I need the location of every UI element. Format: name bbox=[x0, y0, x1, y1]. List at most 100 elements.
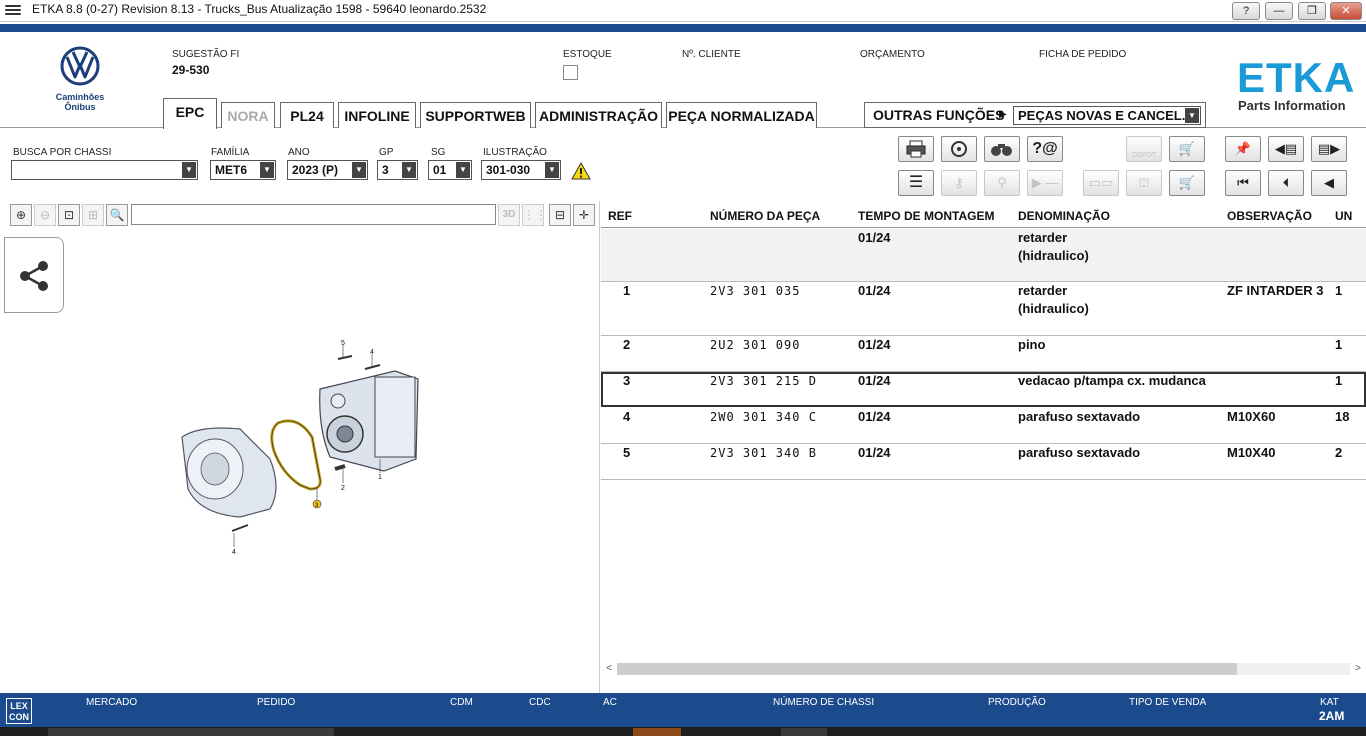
zoom-in-button[interactable]: ⊕ bbox=[10, 204, 32, 226]
denominacao-cell-2: (hidraulico) bbox=[1018, 301, 1089, 316]
table-row[interactable]: 5 2V3 301 340 B 01/24 parafuso sextavado… bbox=[601, 444, 1366, 480]
zoom-region-button[interactable]: ⊞ bbox=[82, 204, 104, 226]
sg-select[interactable]: 01 ▼ bbox=[428, 160, 472, 180]
menu-icon[interactable] bbox=[5, 3, 21, 17]
chevron-down-icon[interactable]: ▼ bbox=[545, 162, 559, 178]
vehicle-button[interactable] bbox=[984, 136, 1020, 162]
search-parts-button[interactable] bbox=[941, 136, 977, 162]
key-button[interactable]: ⚷ bbox=[941, 170, 977, 196]
table-row[interactable]: 01/24 retarder (hidraulico) bbox=[601, 229, 1366, 282]
shopping-cart-icon: 🛒 bbox=[1178, 175, 1196, 190]
question-at-icon: ?@ bbox=[1032, 140, 1058, 157]
estoque-checkbox[interactable] bbox=[563, 65, 578, 80]
callout-4-bottom[interactable]: 4 bbox=[232, 549, 236, 556]
restore-button[interactable]: ❐ bbox=[1298, 2, 1326, 20]
help-button[interactable]: ? bbox=[1232, 2, 1260, 20]
part-number-cell: 2W0 301 340 C bbox=[710, 410, 817, 424]
chevron-down-icon[interactable]: ▼ bbox=[402, 162, 416, 178]
ilustracao-select[interactable]: 301-030 ▼ bbox=[481, 160, 561, 180]
chevron-down-icon[interactable]: ▼ bbox=[1185, 108, 1199, 123]
chevron-down-icon[interactable]: ▼ bbox=[260, 162, 274, 178]
tab-peca-normalizada[interactable]: PEÇA NORMALIZADA bbox=[666, 102, 817, 128]
tab-pl24[interactable]: PL24 bbox=[280, 102, 334, 128]
taskbar-item[interactable] bbox=[633, 728, 681, 736]
table-row[interactable]: 1 2V3 301 035 01/24 retarder (hidraulico… bbox=[601, 282, 1366, 336]
exploded-parts-drawing[interactable]: 5 4 1 2 3 4 bbox=[170, 339, 430, 559]
close-button[interactable]: ✕ bbox=[1330, 2, 1362, 20]
list-button[interactable]: ☰ bbox=[898, 170, 934, 196]
taskbar-item[interactable] bbox=[48, 728, 334, 736]
tab-supportweb[interactable]: SUPPORTWEB bbox=[420, 102, 531, 128]
chassi-select[interactable]: ▼ bbox=[11, 160, 198, 180]
share-button[interactable] bbox=[4, 237, 64, 313]
chevron-down-icon[interactable]: ▼ bbox=[456, 162, 470, 178]
other-functions-select[interactable]: PEÇAS NOVAS E CANCEL. ▼ bbox=[1013, 106, 1201, 125]
warning-icon[interactable] bbox=[571, 162, 591, 180]
key-icon: ⚷ bbox=[954, 175, 964, 190]
back-button[interactable]: ◀ bbox=[1311, 170, 1347, 196]
etka-logo: ETKA bbox=[1237, 54, 1356, 101]
dealer-button[interactable]: ⛫ bbox=[1126, 170, 1162, 196]
next-page-button[interactable]: ▤▶ bbox=[1311, 136, 1347, 162]
familia-select[interactable]: MET6 ▼ bbox=[210, 160, 276, 180]
chevron-down-icon[interactable]: ▼ bbox=[352, 162, 366, 178]
familia-value: MET6 bbox=[215, 163, 248, 177]
jump-button[interactable]: ▶ — bbox=[1027, 170, 1063, 196]
scroll-thumb[interactable] bbox=[617, 663, 1237, 675]
taskbar-item[interactable] bbox=[781, 728, 827, 736]
zoom-fit-button[interactable]: ⊡ bbox=[58, 204, 80, 226]
tab-administracao[interactable]: ADMINISTRAÇÃO bbox=[535, 102, 662, 128]
familia-label: FAMÍLIA bbox=[211, 147, 250, 158]
grid-view-button[interactable]: ⋮⋮ bbox=[522, 204, 547, 226]
ano-select[interactable]: 2023 (P) ▼ bbox=[287, 160, 368, 180]
callout-5[interactable]: 5 bbox=[341, 340, 345, 347]
horizontal-scrollbar[interactable]: < > bbox=[601, 661, 1366, 677]
tab-infoline[interactable]: INFOLINE bbox=[338, 102, 416, 128]
gp-select[interactable]: 3 ▼ bbox=[377, 160, 418, 180]
scroll-right-icon[interactable]: > bbox=[1350, 661, 1366, 677]
col-un[interactable]: UN bbox=[1335, 209, 1352, 223]
col-tempo[interactable]: TEMPO DE MONTAGEM bbox=[858, 209, 994, 223]
callout-2[interactable]: 2 bbox=[341, 485, 345, 492]
col-observacao[interactable]: OBSERVAÇÃO bbox=[1227, 209, 1312, 223]
compare-button[interactable]: ▭▭ bbox=[1083, 170, 1119, 196]
tree-button[interactable]: ⚲ bbox=[984, 170, 1020, 196]
previous-button[interactable]: ⏴ bbox=[1268, 170, 1304, 196]
zoom-out-button[interactable]: ⊖ bbox=[34, 204, 56, 226]
prev-page-button[interactable]: ◀▤ bbox=[1268, 136, 1304, 162]
first-button[interactable]: ⏮ bbox=[1225, 170, 1261, 196]
previous-icon: ⏴ bbox=[1282, 175, 1290, 190]
tab-nora[interactable]: NORA bbox=[221, 102, 275, 128]
table-row[interactable]: 2 2U2 301 090 01/24 pino 1 bbox=[601, 336, 1366, 372]
col-denominacao[interactable]: DENOMINAÇÃO bbox=[1018, 209, 1110, 223]
denominacao-cell: parafuso sextavado bbox=[1018, 409, 1141, 424]
print-button[interactable] bbox=[898, 136, 934, 162]
cart-button[interactable]: 🛒 bbox=[1169, 170, 1205, 196]
3d-button[interactable]: 3D bbox=[498, 204, 520, 226]
cart-icon: 🛒 bbox=[1178, 141, 1196, 156]
help-email-button[interactable]: ?@ bbox=[1027, 136, 1063, 162]
tempo-cell: 01/24 bbox=[858, 230, 891, 245]
split-view-button[interactable]: ⊟ bbox=[549, 204, 571, 226]
cart-transfer-button[interactable]: 🛒 bbox=[1169, 136, 1205, 162]
depot-button[interactable]: DEPOT bbox=[1126, 136, 1162, 162]
col-numero[interactable]: NÚMERO DA PEÇA bbox=[710, 209, 820, 223]
un-cell: 1 bbox=[1335, 337, 1343, 352]
ref-cell: 1 bbox=[623, 283, 631, 298]
col-ref[interactable]: REF bbox=[608, 209, 632, 223]
tab-epc[interactable]: EPC bbox=[163, 98, 217, 129]
minimize-button[interactable]: — bbox=[1265, 2, 1293, 20]
table-row[interactable]: 4 2W0 301 340 C 01/24 parafuso sextavado… bbox=[601, 408, 1366, 444]
callout-4-top[interactable]: 4 bbox=[370, 349, 374, 356]
illustration-search-input[interactable] bbox=[131, 204, 496, 225]
kat-label: KAT bbox=[1320, 697, 1339, 708]
chevron-down-icon[interactable]: ▼ bbox=[182, 162, 196, 178]
callout-1[interactable]: 1 bbox=[378, 474, 382, 481]
orcamento-label: ORÇAMENTO bbox=[860, 49, 925, 60]
pin-button[interactable]: 📌 bbox=[1225, 136, 1261, 162]
search-button[interactable]: 🔍 bbox=[106, 204, 128, 226]
resize-button[interactable]: ✛ bbox=[573, 204, 595, 226]
table-row-selected[interactable]: 3 2V3 301 215 D 01/24 vedacao p/tampa cx… bbox=[601, 372, 1366, 407]
scroll-left-icon[interactable]: < bbox=[601, 661, 617, 677]
un-cell: 1 bbox=[1335, 283, 1343, 298]
